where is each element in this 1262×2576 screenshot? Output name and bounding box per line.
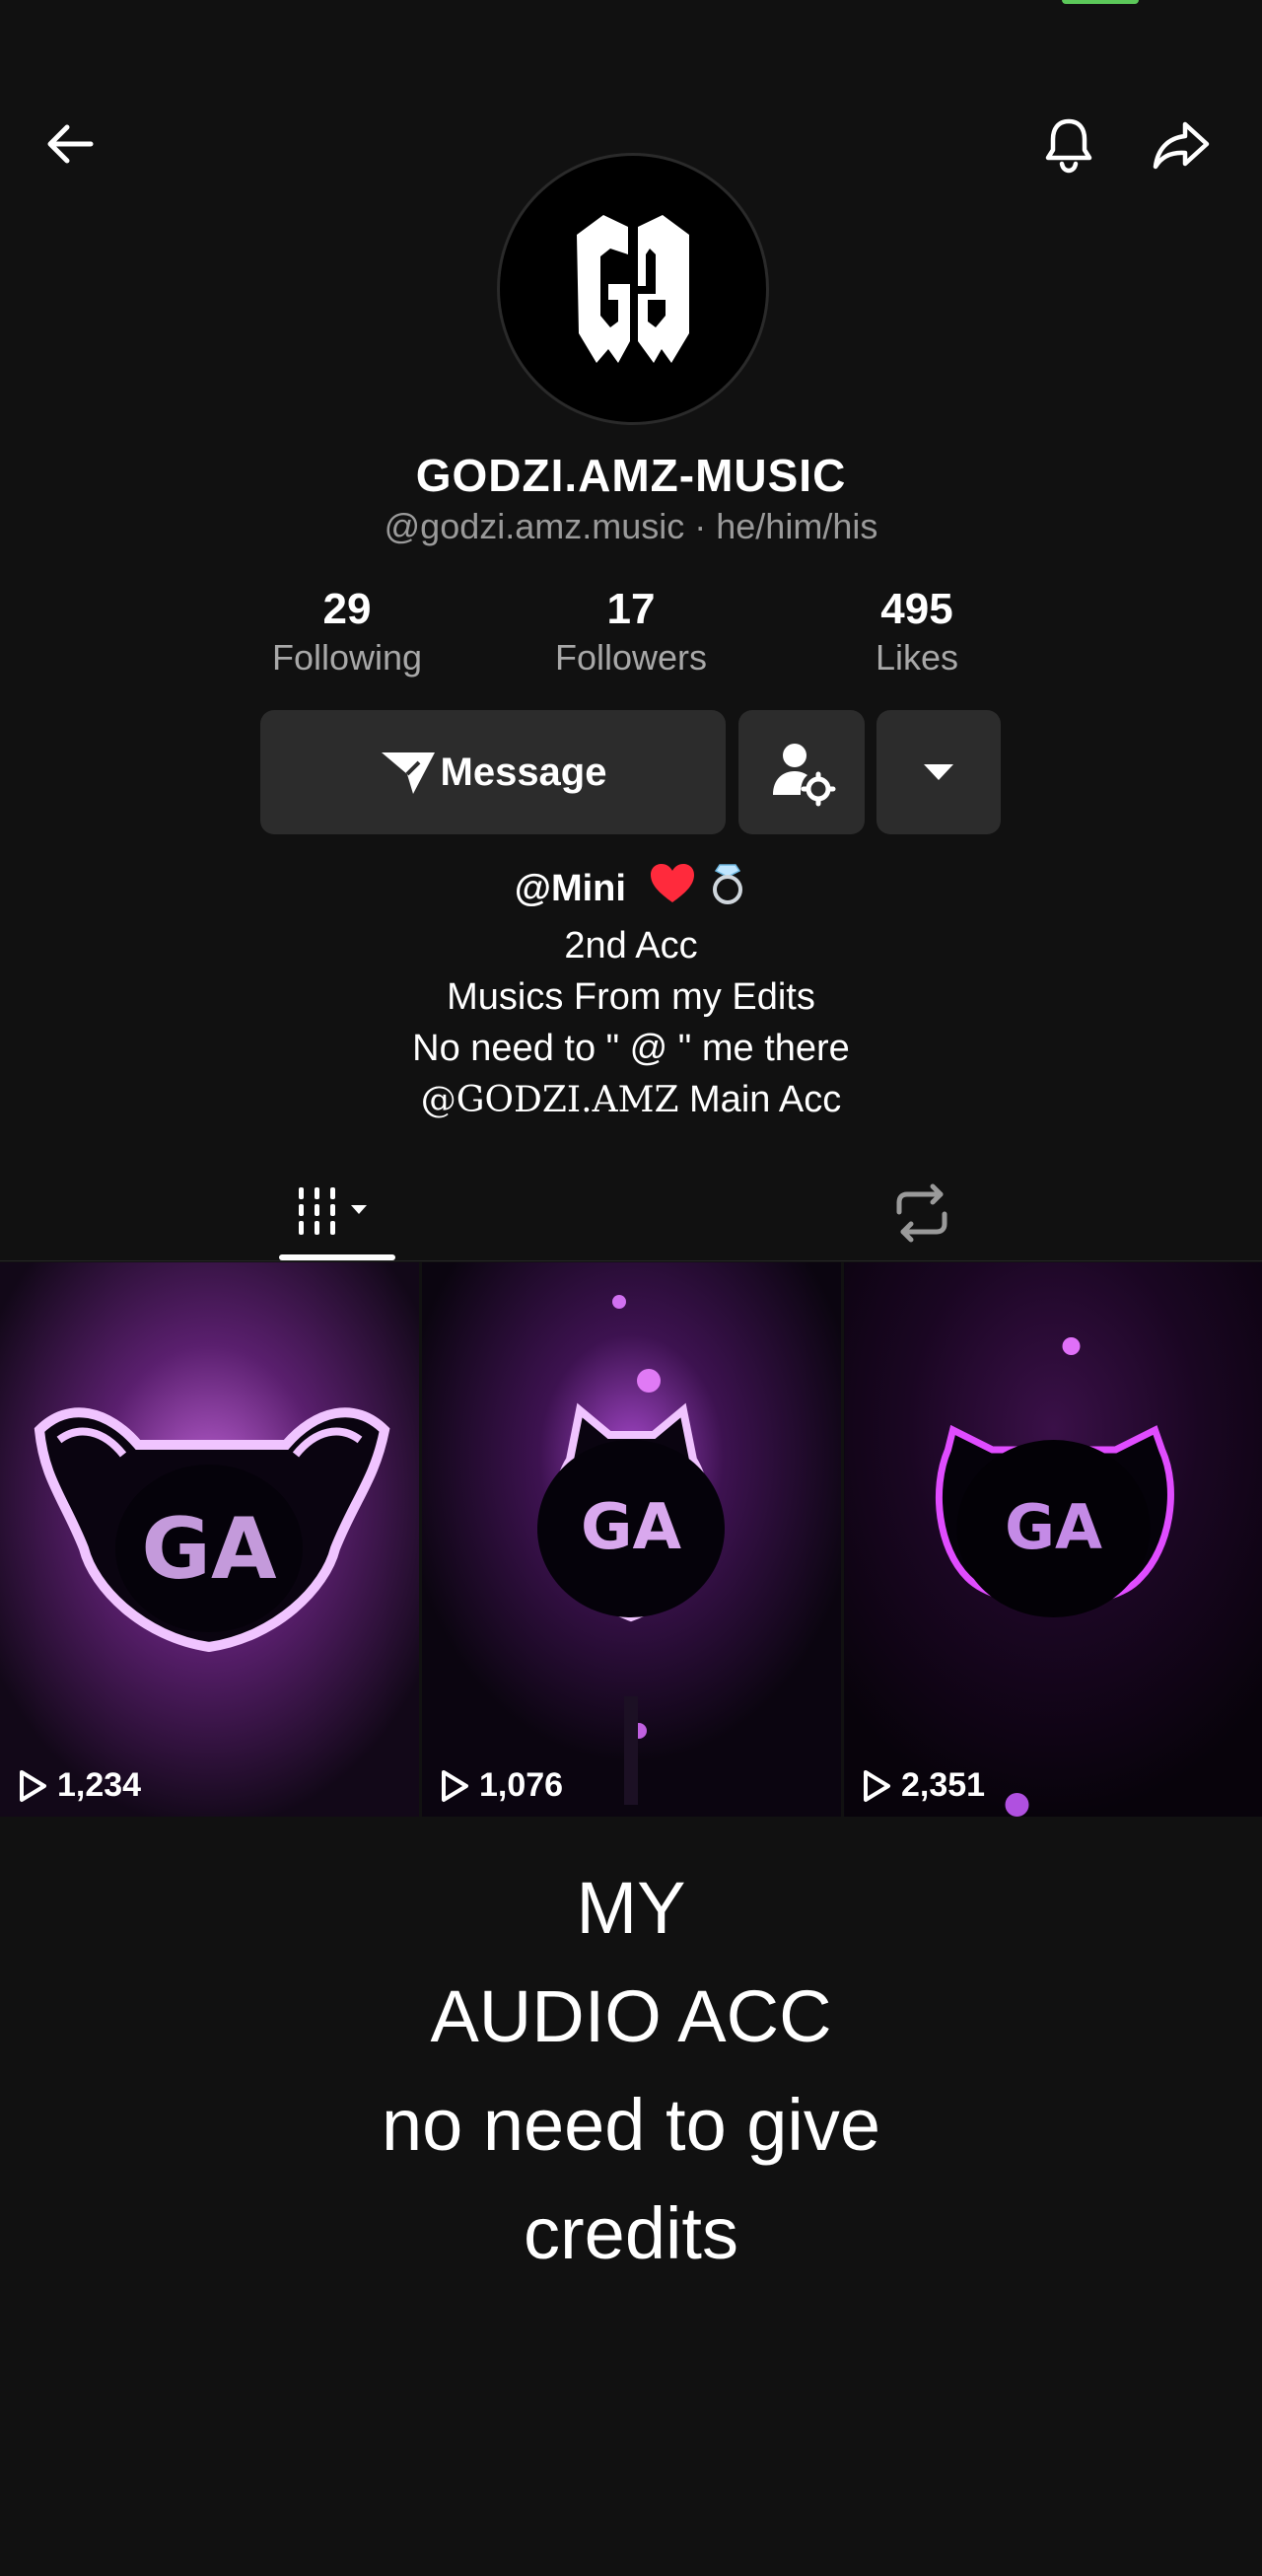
video-thumbnail-art: GA <box>844 1262 1262 1817</box>
caption-line: no need to give <box>381 2084 881 2166</box>
caption-line: AUDIO ACC <box>430 1975 832 2057</box>
battery-icon <box>1062 0 1139 4</box>
bio-mention[interactable]: @Mini <box>515 868 626 909</box>
play-icon <box>864 1769 890 1802</box>
view-count-value: 1,234 <box>57 1766 142 1804</box>
stat-followers[interactable]: 17 Followers <box>523 584 739 680</box>
view-count: 1,076 <box>440 1766 563 1805</box>
stat-label: Following <box>271 637 423 678</box>
stat-label: Likes <box>875 637 959 678</box>
tab-videos[interactable] <box>279 1169 395 1257</box>
stat-value: 17 <box>606 585 656 633</box>
avatar[interactable] <box>497 153 769 425</box>
caption-line: MY <box>576 1867 686 1949</box>
video-thumbnail-art: GA <box>0 1262 419 1817</box>
svg-text:GA: GA <box>141 1500 277 1599</box>
video-thumbnail-art: GA <box>422 1262 841 1817</box>
caption-line: credits <box>524 2192 738 2274</box>
stat-value: 495 <box>880 585 953 633</box>
video-thumbnail[interactable]: GA 1,234 <box>0 1262 419 1817</box>
bell-icon <box>1045 118 1092 174</box>
more-options-button[interactable] <box>876 710 1001 834</box>
svg-text:GA: GA <box>1005 1491 1102 1563</box>
bio-line: Musics From my Edits <box>447 976 815 1018</box>
notifications-button[interactable] <box>1033 108 1104 179</box>
add-friend-icon <box>773 744 836 807</box>
paper-plane-icon <box>381 752 435 794</box>
ring-icon <box>708 861 747 920</box>
username-pronouns: @godzi.amz.music · he/him/his <box>384 506 878 546</box>
heart-icon <box>649 863 696 918</box>
status-bar <box>0 0 1262 8</box>
stat-value: 29 <box>322 585 372 633</box>
grid-tab-icon <box>299 1187 367 1235</box>
video-thumbnail[interactable]: GA 1,076 <box>422 1262 841 1817</box>
repost-icon <box>896 1183 947 1243</box>
stat-following[interactable]: 29 Following <box>239 584 456 680</box>
share-button[interactable] <box>1146 108 1217 179</box>
back-arrow-icon <box>47 124 94 164</box>
tab-reposts[interactable] <box>868 1169 976 1257</box>
overlay-caption: MY AUDIO ACC no need to give credits <box>0 1854 1262 2288</box>
bio-line-mention: @Mini <box>0 861 1262 920</box>
bio: @Mini 2nd Acc Musics From my Edits No ne… <box>0 861 1262 1126</box>
message-button[interactable]: Message <box>260 710 726 834</box>
video-thumbnail[interactable]: GA 2,351 <box>844 1262 1262 1817</box>
share-icon <box>1153 121 1210 170</box>
view-count: 1,234 <box>18 1766 141 1805</box>
ga-logo-icon <box>577 215 689 363</box>
view-count: 2,351 <box>862 1766 985 1805</box>
bio-line: 2nd Acc <box>564 925 698 966</box>
stat-likes: 495 Likes <box>808 584 1025 680</box>
play-icon <box>442 1769 468 1802</box>
bio-main-handle[interactable]: @GODZI.AMZ <box>421 1080 679 1120</box>
bio-line-main-acc: @GODZI.AMZ Main Acc <box>0 1074 1262 1126</box>
tab-divider <box>0 1260 1262 1261</box>
message-label: Message <box>440 750 607 794</box>
back-button[interactable] <box>35 108 106 179</box>
svg-text:GA: GA <box>581 1491 682 1564</box>
view-count-value: 1,076 <box>479 1766 564 1804</box>
bio-line: No need to " @ " me there <box>412 1028 850 1069</box>
stat-label: Followers <box>554 637 708 678</box>
bio-main-acc-label: Main Acc <box>678 1079 842 1120</box>
view-count-value: 2,351 <box>901 1766 986 1804</box>
play-icon <box>20 1769 46 1802</box>
dropdown-icon <box>924 764 953 780</box>
add-friend-button[interactable] <box>738 710 865 834</box>
display-name: GODZI.AMZ-MUSIC <box>415 450 847 501</box>
